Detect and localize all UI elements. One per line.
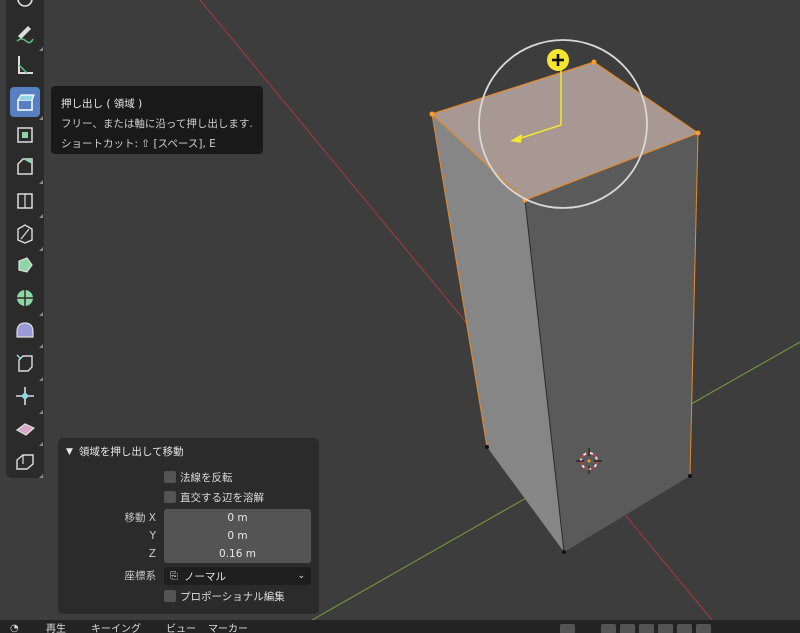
inset-faces-tool-button[interactable] [10, 119, 40, 149]
tool-tooltip: 押し出し ( 領域 ) フリー、または軸に沿って押し出します. ショートカット:… [51, 86, 263, 154]
extrude-region-icon [17, 94, 35, 111]
chevron-down-icon: ⌄ [297, 571, 305, 581]
checkbox-box[interactable] [164, 471, 176, 483]
vertex[interactable] [591, 59, 597, 65]
checkbox-box[interactable] [164, 491, 176, 503]
orientation-normal-icon: ⎘ [170, 570, 178, 582]
flip-normals-label: 法線を反転 [180, 471, 233, 484]
editor-type-icon[interactable]: ◔ [10, 623, 19, 633]
annotate-icon [16, 26, 34, 44]
checkbox-box[interactable] [164, 590, 176, 602]
jump-keyframe-forward-button[interactable] [677, 624, 692, 633]
rip-region-icon [16, 454, 34, 470]
orientation-label: 座標系 [124, 570, 157, 582]
measure-tool-button[interactable] [10, 50, 40, 80]
annotate-tool-button[interactable] [10, 18, 43, 51]
collapse-triangle-icon: ▼ [66, 447, 73, 457]
select-tool[interactable] [10, 0, 40, 14]
shrink-fatten-icon [16, 387, 34, 405]
shrink-fatten-tool-button[interactable] [10, 381, 43, 414]
operator-panel-header[interactable]: ▼ 領域を押し出して移動 [66, 442, 184, 462]
play-button[interactable] [658, 624, 673, 633]
vertex[interactable] [485, 445, 489, 449]
vertex[interactable] [562, 550, 566, 554]
operator-panel-title: 領域を押し出して移動 [78, 446, 184, 458]
spin-icon [17, 290, 33, 306]
timeline-header: ◔ 再生 キーイング ビュー マーカー [0, 620, 800, 633]
edge-slide-tool-button[interactable] [10, 348, 43, 381]
move-x-field[interactable]: 0 m [164, 509, 311, 527]
proportional-editing-label: プロポーショナル編集 [180, 590, 285, 603]
move-z-field[interactable]: 0.16 m [164, 545, 311, 563]
inset-faces-icon [17, 127, 33, 143]
tooltip-description: フリー、または軸に沿って押し出します. [61, 118, 253, 130]
bevel-tool-button[interactable] [10, 151, 43, 184]
marker-menu[interactable]: マーカー [208, 624, 248, 633]
play-reverse-button[interactable] [639, 624, 654, 633]
smooth-tool-button[interactable] [10, 315, 43, 348]
knife-icon [17, 224, 33, 244]
flip-normals-checkbox[interactable]: 法線を反転 [164, 468, 233, 486]
jump-end-button[interactable] [696, 624, 711, 633]
playback-menu[interactable]: 再生 [46, 624, 66, 633]
dissolve-orthogonal-edges-checkbox[interactable]: 直交する辺を溶解 [164, 488, 264, 506]
tool-shelf [6, 0, 44, 478]
vertex[interactable] [429, 111, 435, 117]
record-button[interactable] [560, 624, 575, 633]
tooltip-title: 押し出し ( 領域 ) [61, 98, 143, 110]
poly-build-tool-button[interactable] [10, 250, 40, 280]
extrude-handle-plus-icon[interactable] [547, 49, 569, 71]
jump-keyframe-back-button[interactable] [620, 624, 635, 633]
edge-slide-icon [16, 354, 33, 372]
orientation-dropdown[interactable]: ⎘ ノーマル ⌄ [164, 567, 311, 585]
vertex[interactable] [688, 474, 692, 478]
shear-icon [15, 423, 36, 436]
shear-tool-button[interactable] [10, 413, 43, 446]
operator-redo-panel: ▼ 領域を押し出して移動 法線を反転 直交する辺を溶解 移動 X 0 m Y 0… [58, 438, 319, 614]
poly-build-icon [18, 257, 33, 273]
proportional-editing-checkbox[interactable]: プロポーショナル編集 [164, 587, 285, 605]
extrude-region-tool-button[interactable] [10, 87, 43, 120]
keying-menu[interactable]: キーイング [91, 624, 141, 633]
loop-cut-icon [17, 193, 33, 209]
dissolve-orthogonal-label: 直交する辺を溶解 [180, 491, 264, 504]
loop-cut-tool-button[interactable] [10, 185, 43, 218]
smooth-icon [16, 322, 34, 338]
spin-tool-button[interactable] [10, 283, 43, 316]
move-z-label: Z [148, 548, 156, 560]
move-x-label: 移動 X [124, 512, 156, 524]
knife-tool-button[interactable] [10, 218, 43, 251]
orientation-value: ノーマル [184, 570, 226, 583]
measure-icon [18, 56, 33, 74]
tooltip-shortcut: ショートカット: ⇧ [スペース], E [61, 138, 216, 150]
vertex[interactable] [695, 130, 701, 136]
rip-region-tool-button[interactable] [10, 445, 43, 478]
bevel-icon [17, 158, 33, 175]
view-menu[interactable]: ビュー [166, 624, 196, 633]
jump-start-button[interactable] [601, 624, 616, 633]
move-y-label: Y [149, 530, 156, 542]
move-y-field[interactable]: 0 m [164, 527, 311, 545]
